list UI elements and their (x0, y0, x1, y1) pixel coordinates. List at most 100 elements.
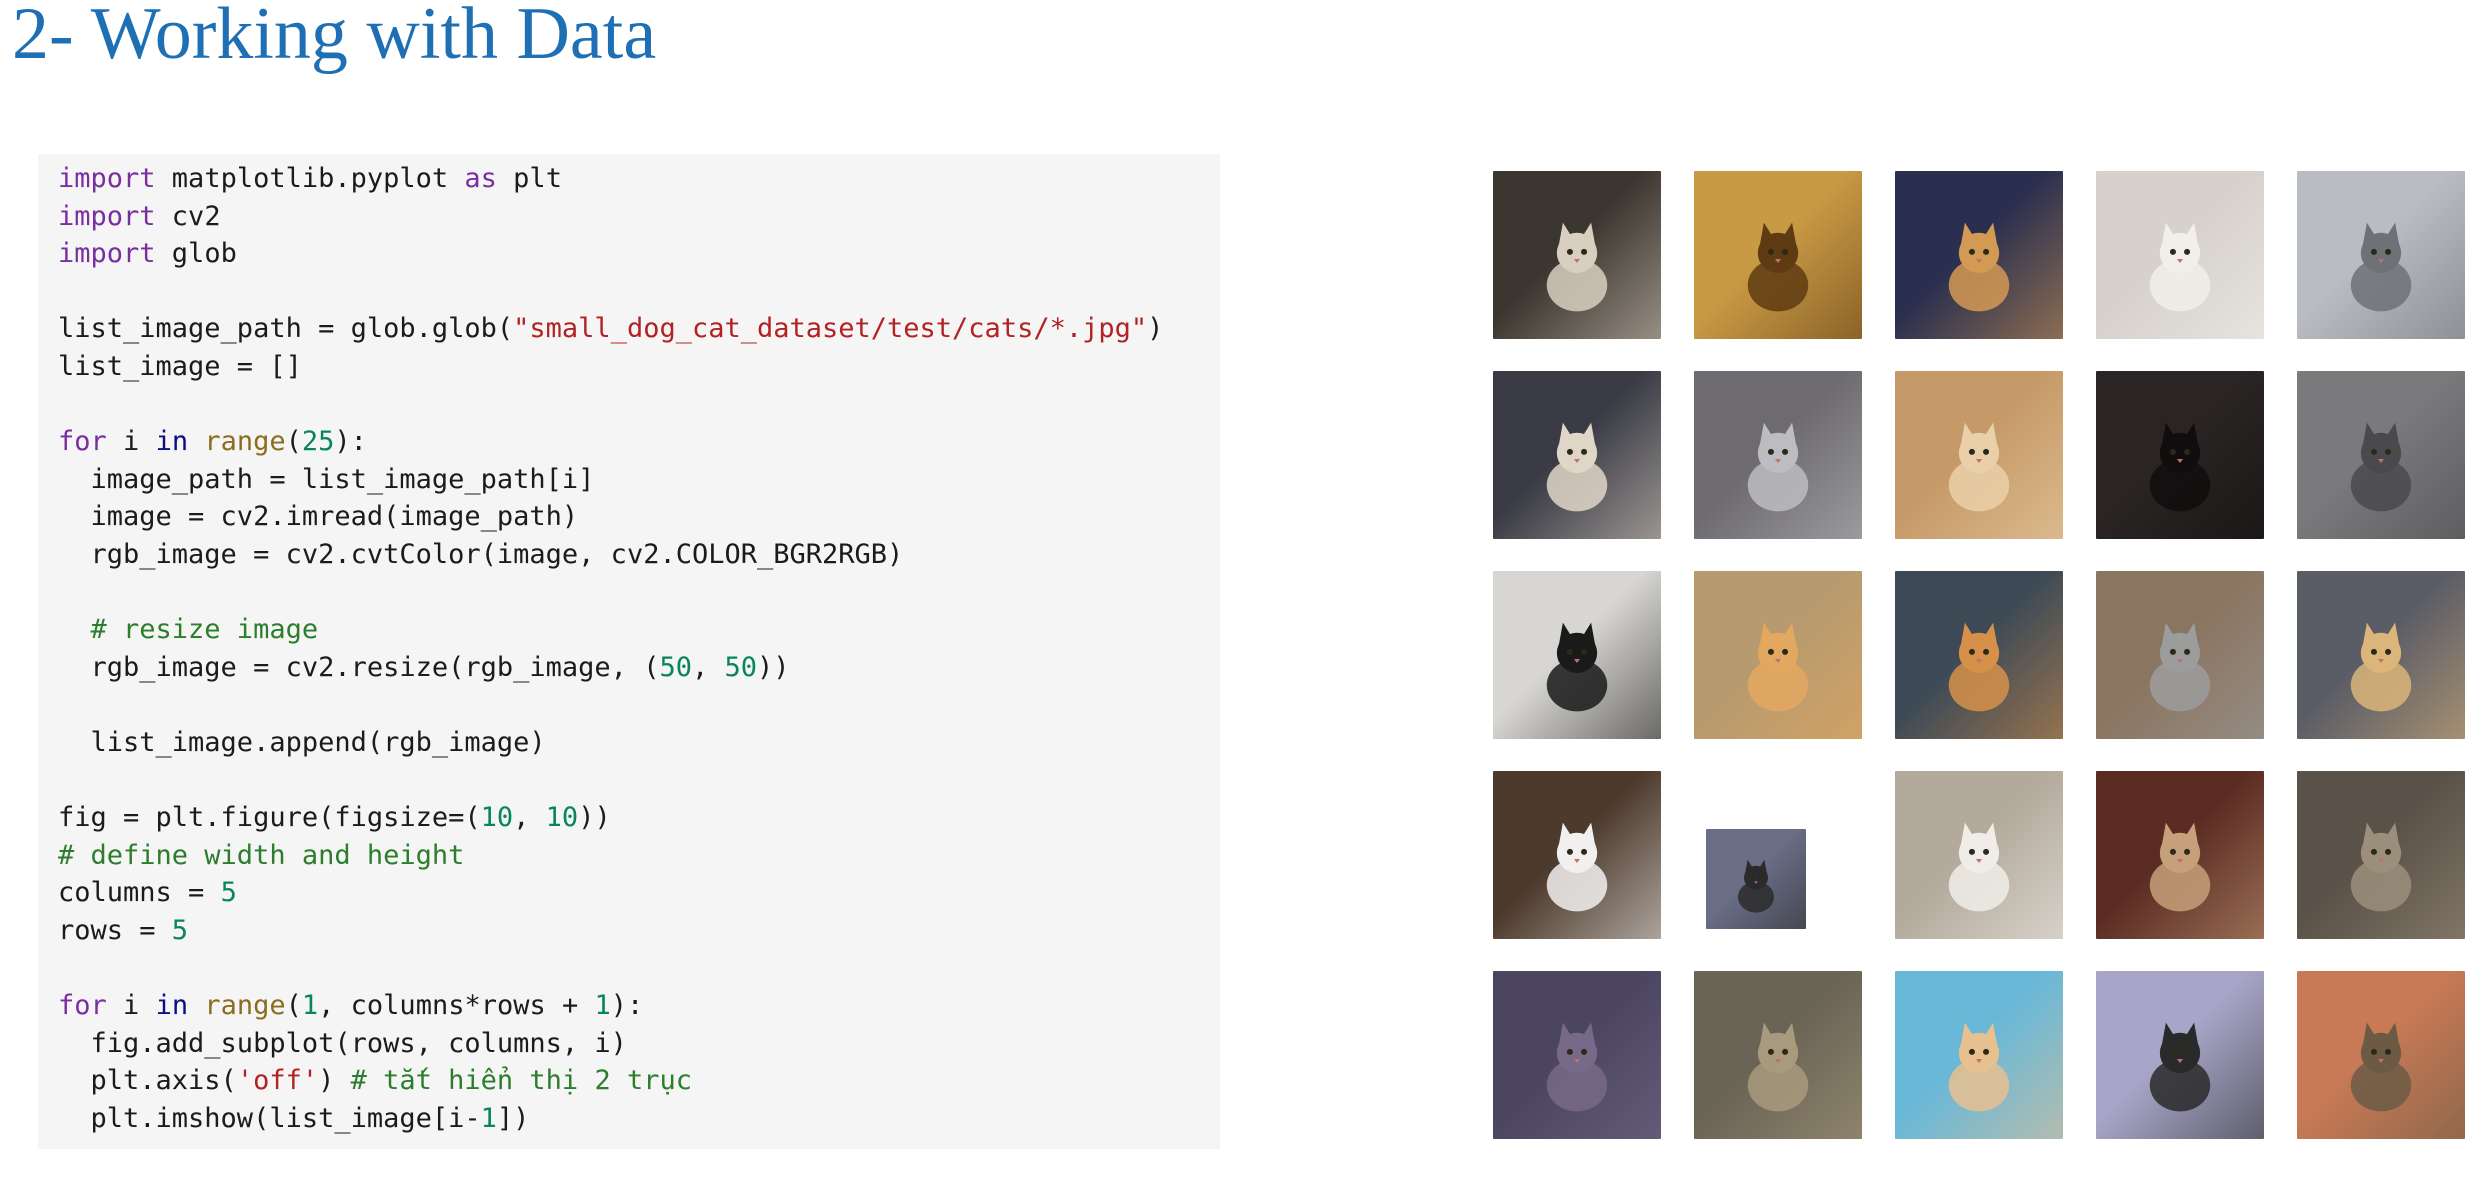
code-token: in (155, 990, 189, 1022)
code-token: 50 (659, 651, 692, 683)
cat-photo-icon (1948, 1022, 2010, 1112)
code-line: import glob (58, 235, 1163, 273)
code-token: fig = plt.figure(figsize=( (58, 802, 481, 834)
cat-photo-icon (2350, 222, 2412, 312)
code-line: image_path = list_image_path[i] (58, 461, 1163, 499)
cat-photo-icon (2149, 422, 2211, 512)
code-token: 'off' (236, 1065, 319, 1097)
cat-photo-icon (1948, 222, 2010, 312)
cat-image-thumbnail (1694, 971, 1862, 1139)
code-token: ( (285, 426, 302, 458)
code-token: rgb_image = cv2.resize(rgb_image, ( (58, 651, 660, 683)
code-token: )) (578, 802, 611, 834)
cat-image-thumbnail (1895, 371, 2063, 539)
code-token: ) (1147, 313, 1164, 345)
code-token: cv2 (155, 200, 221, 232)
code-token: plt (496, 163, 562, 194)
code-block: import matplotlib.pyplot as plt import cv… (58, 160, 1163, 1137)
code-line: fig = plt.figure(figsize=(10, 10)) (58, 799, 1163, 837)
code-cell[interactable]: import matplotlib.pyplot as plt import cv… (38, 154, 1220, 1149)
cat-photo-icon (1747, 622, 1809, 712)
code-token: "small_dog_cat_dataset/test/cats/*.jpg" (513, 313, 1148, 345)
cat-image-thumbnail (2096, 971, 2264, 1139)
code-token: list_image.append(rgb_image) (58, 726, 546, 758)
code-token: list_image = [] (58, 350, 302, 382)
code-token: 50 (724, 651, 757, 683)
cat-photo-icon (1948, 422, 2010, 512)
cat-photo-icon (2149, 822, 2211, 912)
code-token: # resize image (58, 614, 319, 646)
cat-image-thumbnail (1694, 571, 1862, 739)
code-token: plt.imshow(list_image[i- (58, 1102, 481, 1134)
code-line: image = cv2.imread(image_path) (58, 498, 1163, 536)
cat-image-thumbnail (1493, 371, 1661, 539)
code-token: 1 (301, 990, 319, 1022)
cat-photo-icon (2149, 622, 2211, 712)
code-line: import matplotlib.pyplot as plt (58, 160, 1163, 198)
code-token: 10 (545, 802, 579, 834)
code-token: ): (610, 990, 644, 1022)
code-token: image_path = list_image_path[i] (58, 463, 595, 495)
code-token: 10 (480, 802, 514, 834)
cat-photo-icon (1948, 822, 2010, 912)
cat-photo-icon (1747, 422, 1809, 512)
cat-photo-icon (2350, 622, 2412, 712)
cat-image-thumbnail (2096, 571, 2264, 739)
cat-image-thumbnail (2096, 171, 2264, 339)
code-line: fig.add_subplot(rows, columns, i) (58, 1025, 1163, 1063)
cat-image-thumbnail (1694, 171, 1862, 339)
code-token: , columns*rows + (318, 990, 595, 1022)
code-token: for (58, 990, 107, 1022)
code-token: 1 (594, 990, 611, 1022)
code-line: list_image.append(rgb_image) (58, 724, 1163, 762)
cat-image-thumbnail (1895, 171, 2063, 339)
code-token: , (691, 651, 725, 683)
cat-image-thumbnail (1493, 171, 1661, 339)
cat-photo-icon (2149, 222, 2211, 312)
code-token: # define width and height (58, 839, 465, 871)
cat-image-thumbnail (2096, 371, 2264, 539)
cat-photo-icon (1747, 1022, 1809, 1112)
cat-image-thumbnail (1493, 571, 1661, 739)
code-token: range (204, 990, 286, 1022)
code-line: for i in range(25): (58, 423, 1163, 461)
cat-image-thumbnail (1895, 971, 2063, 1139)
code-token: plt.axis( (58, 1065, 237, 1097)
section-title: 2- Working with Data (12, 0, 657, 75)
cat-photo-icon (2149, 1022, 2211, 1112)
code-token: import (58, 238, 156, 270)
cat-photo-icon (1948, 622, 2010, 712)
code-token: list_image_path = glob.glob( (58, 313, 514, 345)
code-line: list_image = [] (58, 348, 1163, 386)
cat-image-thumbnail (1493, 771, 1661, 939)
code-token: glob (155, 238, 237, 270)
code-token: in (155, 426, 189, 458)
code-token: matplotlib.pyplot (155, 163, 465, 194)
image-grid-output (1493, 171, 2473, 1141)
cat-photo-icon (1546, 422, 1608, 512)
code-line: plt.imshow(list_image[i-1]) (58, 1100, 1163, 1138)
code-token: for (58, 426, 107, 458)
code-token: i (106, 990, 156, 1022)
cat-photo-icon (1546, 822, 1608, 912)
code-token: , (513, 802, 546, 834)
code-token: ]) (496, 1102, 530, 1134)
cat-image-thumbnail (2297, 971, 2465, 1139)
cat-photo-icon (2350, 422, 2412, 512)
cat-photo-icon (2350, 822, 2412, 912)
code-line: columns = 5 (58, 874, 1163, 912)
cat-image-thumbnail (1895, 771, 2063, 939)
code-line: plt.axis('off') # tắt hiển thị 2 trục (58, 1062, 1163, 1100)
cat-image-thumbnail (2297, 571, 2465, 739)
code-token: 25 (301, 426, 335, 458)
code-token: 1 (480, 1102, 497, 1134)
cat-image-thumbnail (1694, 371, 1862, 539)
cat-photo-icon (1546, 222, 1608, 312)
code-token: import (58, 163, 156, 194)
code-line: rows = 5 (58, 912, 1163, 950)
code-token: columns = (58, 877, 221, 909)
